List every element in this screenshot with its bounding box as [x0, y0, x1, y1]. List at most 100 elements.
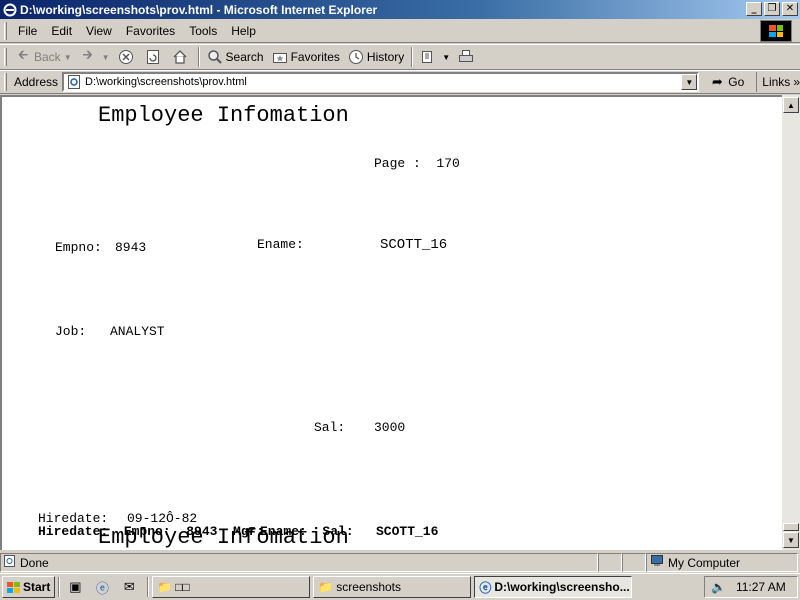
close-button[interactable]: ✕ — [782, 2, 798, 16]
ie-icon: ⓔ — [479, 580, 492, 595]
empno-label: Empno: — [55, 240, 102, 255]
toolbar-separator — [197, 47, 200, 67]
job-value: ANALYST — [110, 324, 165, 339]
go-button[interactable]: ➦ Go — [705, 74, 748, 90]
chevron-down-icon: ▼ — [101, 52, 110, 62]
desktop-icon: ▣ — [69, 579, 82, 594]
window-title: D:\working\screenshots\prov.html - Micro… — [20, 2, 378, 17]
page-icon — [66, 74, 82, 90]
status-lock-cell — [622, 553, 646, 572]
toolbar-grip[interactable] — [4, 21, 7, 40]
forward-button[interactable]: 🡲 ▼ — [76, 46, 114, 68]
empno-value: 8943 — [115, 240, 147, 255]
ie-icon: ⓔ — [95, 580, 109, 596]
ie-icon — [3, 3, 17, 17]
show-desktop-button[interactable]: ▣ — [63, 576, 90, 598]
home-icon — [172, 49, 188, 65]
back-arrow-icon: 🡰 — [17, 47, 29, 62]
page-number: Page : 170 — [374, 156, 460, 171]
task-button-screenshots[interactable]: 📁 screenshots — [313, 576, 472, 598]
edit-button[interactable]: ▼ — [416, 46, 454, 68]
home-button[interactable] — [168, 46, 195, 68]
mail-icon: ✉ — [123, 579, 135, 594]
address-label: Address — [13, 75, 59, 89]
menu-view[interactable]: View — [79, 24, 119, 38]
scroll-up-button[interactable]: ▲ — [783, 97, 799, 113]
go-label: Go — [728, 75, 745, 89]
menu-edit[interactable]: Edit — [44, 24, 79, 38]
refresh-button[interactable] — [141, 46, 168, 68]
overlap-text-value: SCOTT_16 — [376, 524, 439, 539]
menu-favorites[interactable]: Favorites — [119, 24, 182, 38]
address-input[interactable]: D:\working\screenshots\prov.html ▼ — [62, 72, 700, 92]
taskbar-separator — [58, 577, 61, 597]
close-icon: ✕ — [785, 3, 795, 14]
menu-tools[interactable]: Tools — [182, 24, 224, 38]
start-button[interactable]: Start — [2, 576, 56, 598]
back-button[interactable]: 🡰 Back ▼ — [11, 46, 76, 68]
links-button[interactable]: Links » — [756, 72, 800, 92]
task-label: □□ — [175, 580, 190, 594]
address-url: D:\working\screenshots\prov.html — [85, 76, 247, 88]
go-arrow-icon: ➦ — [711, 74, 723, 89]
scroll-down-button[interactable]: ▼ — [783, 532, 799, 548]
print-button[interactable] — [454, 46, 481, 68]
system-tray: 🔈 11:27 AM — [704, 576, 798, 598]
menu-help[interactable]: Help — [224, 24, 263, 38]
stop-icon — [118, 49, 134, 65]
windows-logo-icon — [760, 20, 792, 42]
status-text: Done — [20, 555, 49, 570]
overlap-heading: Employee Infomation — [98, 525, 349, 550]
restore-icon: ❐ — [767, 3, 777, 14]
task-label: screenshots — [336, 580, 401, 594]
task-label: D:\working\screensho... — [494, 580, 630, 594]
task-button-folder[interactable]: 📁 □□ — [152, 576, 311, 598]
edit-page-icon — [420, 49, 436, 65]
history-button[interactable]: History — [344, 46, 408, 68]
task-button-ie[interactable]: ⓔ D:\working\screensho... — [474, 576, 633, 598]
favorites-folder-icon — [272, 49, 288, 65]
scroll-thumb[interactable] — [783, 523, 799, 531]
refresh-icon — [145, 49, 161, 65]
address-bar: Address D:\working\screenshots\prov.html… — [0, 70, 800, 94]
taskbar-separator — [147, 577, 150, 597]
restore-button[interactable]: ❐ — [764, 2, 780, 16]
status-progress-cell — [598, 553, 622, 572]
toolbar-grip[interactable] — [4, 48, 7, 66]
outlook-launch-button[interactable]: ✉ — [117, 576, 144, 598]
back-label: Back — [34, 50, 61, 64]
chevron-down-icon: ▼ — [442, 52, 451, 62]
forward-arrow-icon: 🡲 — [82, 47, 93, 62]
sal-value: 3000 — [374, 420, 406, 435]
title-bar: D:\working\screenshots\prov.html - Micro… — [0, 0, 800, 19]
folder-icon: 📁 — [318, 580, 334, 594]
ename-label: Ename: — [257, 237, 304, 252]
job-label: Job: — [55, 324, 87, 339]
folder-icon: 📁 — [157, 580, 173, 594]
arrow-down-icon: ▼ — [787, 535, 795, 545]
minimize-icon: _ — [751, 3, 757, 14]
computer-icon — [650, 555, 664, 570]
history-icon — [348, 49, 364, 65]
search-button[interactable]: Search — [203, 46, 268, 68]
printer-icon — [458, 49, 474, 65]
favorites-button[interactable]: Favorites — [268, 46, 344, 68]
vertical-scrollbar[interactable]: ▲ ▼ — [782, 95, 800, 550]
ie-launch-button[interactable]: ⓔ — [90, 576, 117, 598]
search-icon — [207, 49, 223, 65]
chevron-down-icon: ▼ — [63, 52, 72, 62]
minimize-button[interactable]: _ — [746, 2, 762, 16]
address-dropdown-button[interactable]: ▼ — [681, 74, 698, 90]
clock[interactable]: 11:27 AM — [736, 580, 786, 594]
menu-file[interactable]: File — [11, 24, 44, 38]
status-text-cell: Done — [0, 553, 598, 572]
standard-toolbar: 🡰 Back ▼ 🡲 ▼ Search Favorites History ▼ — [0, 44, 800, 70]
toolbar-grip[interactable] — [4, 73, 7, 91]
stop-button[interactable] — [114, 46, 141, 68]
sal-label: Sal: — [314, 420, 346, 435]
status-bar: Done My Computer — [0, 552, 800, 573]
status-zone-cell: My Computer — [646, 553, 798, 572]
page-content: Employee Infomation Page : 170 Empno: 89… — [0, 95, 782, 550]
search-label: Search — [225, 50, 264, 64]
volume-icon[interactable]: 🔈 — [711, 580, 726, 594]
